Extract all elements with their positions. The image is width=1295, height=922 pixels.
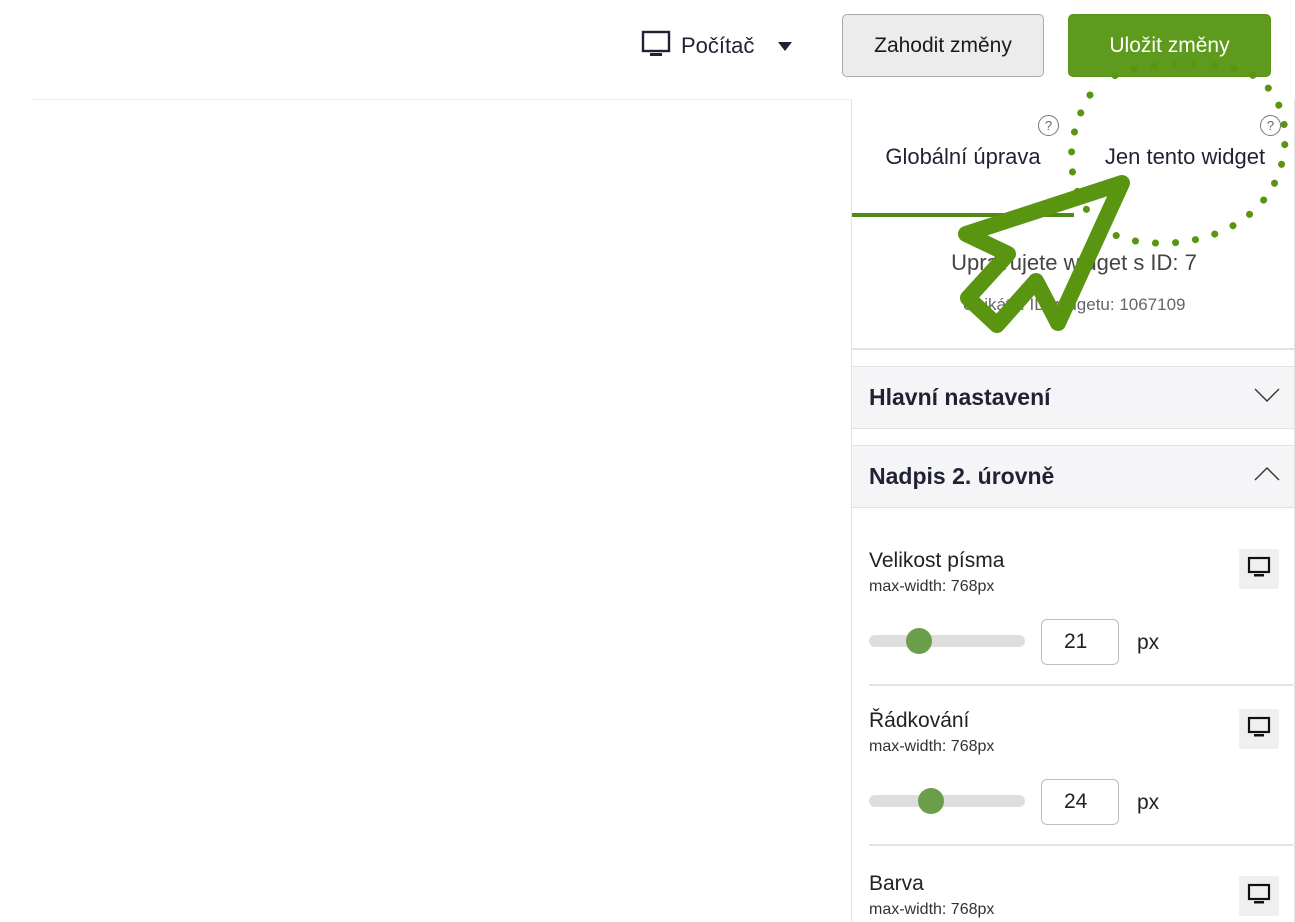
setting-breakpoint: max-width: 768px — [869, 578, 995, 595]
line-height-input[interactable] — [1041, 779, 1119, 825]
line-height-slider[interactable] — [869, 788, 1025, 814]
accordion-title: Hlavní nastavení — [869, 384, 1051, 410]
setting-label: Velikost písma — [869, 549, 1005, 572]
device-select-label: Počítač — [681, 33, 755, 58]
tab-this-widget[interactable]: Jen tento widget — [1074, 100, 1294, 216]
responsive-device-button[interactable] — [1239, 709, 1279, 749]
font-size-input[interactable] — [1041, 619, 1119, 665]
monitor-icon — [1247, 882, 1271, 911]
divider — [869, 684, 1293, 686]
font-size-slider[interactable] — [869, 628, 1025, 654]
toolbar-divider — [32, 99, 852, 100]
unit-label: px — [1137, 631, 1160, 654]
responsive-device-button[interactable] — [1239, 876, 1279, 916]
monitor-icon — [641, 29, 671, 64]
monitor-icon — [1247, 715, 1271, 744]
accordion-heading-level-2[interactable]: Nadpis 2. úrovně — [852, 445, 1294, 508]
divider — [852, 348, 1294, 350]
chevron-down-icon — [1254, 387, 1280, 408]
responsive-device-button[interactable] — [1239, 549, 1279, 589]
divider — [869, 844, 1293, 846]
setting-breakpoint: max-width: 768px — [869, 738, 995, 755]
caret-down-icon — [778, 41, 793, 51]
setting-line-height: Řádkování max-width: 768px px — [869, 709, 1279, 825]
device-select[interactable]: Počítač — [641, 28, 793, 64]
setting-color: Barva max-width: 768px — [869, 872, 1279, 922]
slider-knob[interactable] — [918, 788, 945, 814]
tab-global-edit[interactable]: Globální úprava — [852, 100, 1074, 216]
accordion-main-settings[interactable]: Hlavní nastavení — [852, 366, 1294, 429]
setting-breakpoint: max-width: 768px — [869, 901, 995, 918]
setting-label: Barva — [869, 872, 924, 895]
tab-label: Jen tento widget — [1104, 144, 1266, 169]
slider-knob[interactable] — [905, 628, 932, 654]
setting-label: Řádkování — [869, 709, 970, 732]
discard-changes-button[interactable]: Zahodit změny — [842, 14, 1044, 77]
settings-panel: ? ? Globální úprava Jen tento widget Upr… — [851, 100, 1295, 922]
monitor-icon — [1247, 555, 1271, 584]
tab-label: Globální úprava — [885, 144, 1041, 169]
unit-label: px — [1137, 791, 1160, 814]
save-changes-button[interactable]: Uložit změny — [1068, 14, 1271, 77]
chevron-up-icon — [1254, 466, 1280, 487]
widget-unique-id: Unikátní ID widgetu: 1067109 — [962, 295, 1186, 314]
editing-widget-title: Upravujete widget s ID: 7 — [951, 250, 1197, 275]
setting-font-size: Velikost písma max-width: 768px px — [869, 549, 1279, 665]
accordion-title: Nadpis 2. úrovně — [869, 463, 1055, 489]
active-tab-indicator — [852, 213, 1074, 217]
